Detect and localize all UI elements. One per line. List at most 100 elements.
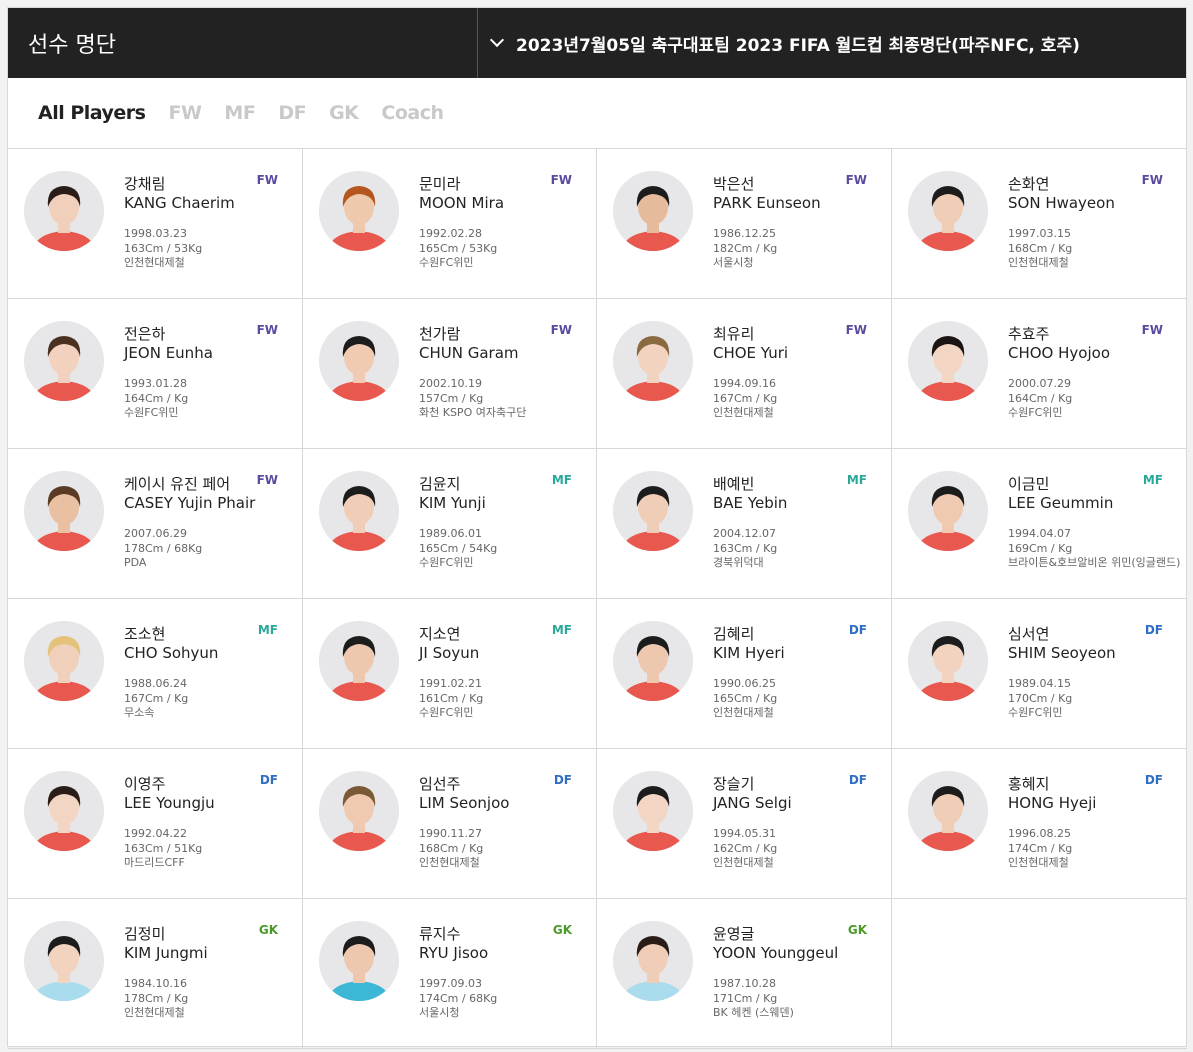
position-badge: GK — [552, 923, 572, 937]
position-badge: FW — [845, 173, 867, 187]
player-card[interactable]: 이금민 LEE Geummin 1994.04.07 169Cm / Kg 브라이튼&호… — [892, 449, 1187, 599]
position-badge: MF — [551, 473, 572, 487]
player-card[interactable]: 임선주 LIM Seonjoo 1990.11.27 168Cm / Kg 인천현대제철… — [303, 749, 597, 899]
player-birthdate: 1998.03.23 — [124, 227, 187, 240]
position-badge: FW — [845, 323, 867, 337]
player-club: BK 헤켄 (스웨덴) — [713, 1006, 794, 1019]
player-card[interactable]: 지소연 JI Soyun 1991.02.21 161Cm / Kg 수원FC위민 MF — [303, 599, 597, 749]
player-meta: 1989.04.15 170Cm / Kg 수원FC위민 — [1008, 677, 1181, 721]
roster-select-dropdown[interactable]: 2023년7월05일 축구대표팀 2023 FIFA 월드컵 최종명단(파주NF… — [478, 8, 1186, 78]
player-birthdate: 1984.10.16 — [124, 977, 187, 990]
player-card[interactable]: 이영주 LEE Youngju 1992.04.22 163Cm / 51Kg 마드리드… — [8, 749, 303, 899]
tab-df[interactable]: DF — [278, 102, 306, 124]
player-meta: 1994.05.31 162Cm / Kg 인천현대제철 — [713, 827, 885, 871]
player-english-name: JEON Eunha — [124, 344, 213, 362]
player-info: 전은하 JEON Eunha 1993.01.28 164Cm / Kg 수원FC위민 — [124, 325, 296, 421]
tab-fw[interactable]: FW — [168, 102, 201, 124]
player-english-name: KIM Yunji — [419, 494, 486, 512]
player-height-weight: 174Cm / 68Kg — [419, 991, 498, 1005]
player-photo — [613, 321, 693, 401]
position-tabs: All Players FW MF DF GK Coach — [8, 78, 1186, 149]
player-info: 문미라 MOON Mira 1992.02.28 165Cm / 53Kg 수원FC위민 — [419, 175, 590, 271]
roster-panel: 선수 명단 2023년7월05일 축구대표팀 2023 FIFA 월드컵 최종명… — [7, 7, 1187, 1049]
player-club: 무소속 — [124, 706, 155, 719]
player-card[interactable]: 배예빈 BAE Yebin 2004.12.07 163Cm / Kg 경북위덕대 MF — [597, 449, 892, 599]
player-height-weight: 165Cm / 53Kg — [419, 241, 498, 255]
player-info: 윤영글 YOON Younggeul 1987.10.28 171Cm / Kg BK … — [713, 925, 885, 1021]
player-club: 인천현대제철 — [713, 706, 774, 719]
player-birthdate: 1990.06.25 — [713, 677, 776, 690]
player-info: 장슬기 JANG Selgi 1994.05.31 162Cm / Kg 인천현대제철 — [713, 775, 885, 871]
player-card[interactable]: 문미라 MOON Mira 1992.02.28 165Cm / 53Kg 수원FC위민… — [303, 149, 597, 299]
player-photo — [319, 321, 399, 401]
player-info: 조소현 CHO Sohyun 1988.06.24 167Cm / Kg 무소속 — [124, 625, 296, 721]
player-card[interactable]: 박은선 PARK Eunseon 1986.12.25 182Cm / Kg 서울시청 F… — [597, 149, 892, 299]
player-height-weight: 164Cm / Kg — [1008, 391, 1073, 405]
player-info: 김정미 KIM Jungmi 1984.10.16 178Cm / Kg 인천현대제철 — [124, 925, 296, 1021]
player-card[interactable]: 홍혜지 HONG Hyeji 1996.08.25 174Cm / Kg 인천현대제철 D… — [892, 749, 1187, 899]
player-info: 천가람 CHUN Garam 2002.10.19 157Cm / Kg 화천 KSPO… — [419, 325, 590, 421]
player-club: 수원FC위민 — [1008, 406, 1063, 419]
player-height-weight: 163Cm / 51Kg — [124, 841, 203, 855]
player-card[interactable]: 최유리 CHOE Yuri 1994.09.16 167Cm / Kg 인천현대제철 FW — [597, 299, 892, 449]
player-card[interactable]: 김혜리 KIM Hyeri 1990.06.25 165Cm / Kg 인천현대제철 DF — [597, 599, 892, 749]
player-card[interactable]: 윤영글 YOON Younggeul 1987.10.28 171Cm / Kg BK … — [597, 899, 892, 1049]
player-club: 인천현대제철 — [124, 1006, 185, 1019]
player-card[interactable]: 손화연 SON Hwayeon 1997.03.15 168Cm / Kg 인천현대제철… — [892, 149, 1187, 299]
player-photo — [24, 321, 104, 401]
player-card[interactable]: 장슬기 JANG Selgi 1994.05.31 162Cm / Kg 인천현대제철 D… — [597, 749, 892, 899]
player-card[interactable]: 조소현 CHO Sohyun 1988.06.24 167Cm / Kg 무소속 MF — [8, 599, 303, 749]
position-badge: FW — [256, 473, 278, 487]
player-club: 브라이튼&호브알비온 위민(잉글랜드) — [1008, 556, 1181, 569]
player-card[interactable]: 심서연 SHIM Seoyeon 1989.04.15 170Cm / Kg 수원FC위… — [892, 599, 1187, 749]
player-meta: 1988.06.24 167Cm / Kg 무소속 — [124, 677, 296, 721]
player-english-name: LIM Seonjoo — [419, 794, 510, 812]
position-badge: MF — [846, 473, 867, 487]
position-badge: MF — [551, 623, 572, 637]
player-photo — [613, 771, 693, 851]
player-card[interactable]: 류지수 RYU Jisoo 1997.09.03 174Cm / 68Kg 서울시청 GK — [303, 899, 597, 1049]
player-height-weight: 170Cm / Kg — [1008, 691, 1073, 705]
player-height-weight: 182Cm / Kg — [713, 241, 778, 255]
player-meta: 1993.01.28 164Cm / Kg 수원FC위민 — [124, 377, 296, 421]
player-meta: 2004.12.07 163Cm / Kg 경북위덕대 — [713, 527, 885, 571]
player-photo — [24, 471, 104, 551]
player-card[interactable]: 추효주 CHOO Hyojoo 2000.07.29 164Cm / Kg 수원FC위민… — [892, 299, 1187, 449]
player-english-name: CHO Sohyun — [124, 644, 219, 662]
player-birthdate: 1987.10.28 — [713, 977, 776, 990]
player-english-name: KIM Jungmi — [124, 944, 208, 962]
tab-mf[interactable]: MF — [224, 102, 255, 124]
tab-gk[interactable]: GK — [329, 102, 359, 124]
player-birthdate: 1989.06.01 — [419, 527, 482, 540]
player-english-name: KANG Chaerim — [124, 194, 235, 212]
player-card[interactable]: 케이시 유진 페어 CASEY Yujin Phair 2007.06.29 178C… — [8, 449, 303, 599]
player-info: 최유리 CHOE Yuri 1994.09.16 167Cm / Kg 인천현대제철 — [713, 325, 885, 421]
player-meta: 1994.09.16 167Cm / Kg 인천현대제철 — [713, 377, 885, 421]
player-info: 홍혜지 HONG Hyeji 1996.08.25 174Cm / Kg 인천현대제철 — [1008, 775, 1181, 871]
player-info: 박은선 PARK Eunseon 1986.12.25 182Cm / Kg 서울시청 — [713, 175, 885, 271]
player-photo — [319, 771, 399, 851]
player-height-weight: 164Cm / Kg — [124, 391, 189, 405]
player-info: 손화연 SON Hwayeon 1997.03.15 168Cm / Kg 인천현대제철 — [1008, 175, 1181, 271]
player-birthdate: 1990.11.27 — [419, 827, 482, 840]
player-info: 지소연 JI Soyun 1991.02.21 161Cm / Kg 수원FC위민 — [419, 625, 590, 721]
tab-all-players[interactable]: All Players — [38, 102, 146, 124]
player-club: 수원FC위민 — [419, 256, 474, 269]
tab-coach[interactable]: Coach — [381, 102, 444, 124]
player-english-name: YOON Younggeul — [713, 944, 839, 962]
player-birthdate: 1997.09.03 — [419, 977, 482, 990]
player-card[interactable]: 김정미 KIM Jungmi 1984.10.16 178Cm / Kg 인천현대제철 G… — [8, 899, 303, 1049]
player-card[interactable]: 강채림 KANG Chaerim 1998.03.23 163Cm / 53Kg 인천현… — [8, 149, 303, 299]
position-badge: MF — [1142, 473, 1163, 487]
player-photo — [24, 621, 104, 701]
position-badge: FW — [256, 323, 278, 337]
player-height-weight: 178Cm / Kg — [124, 991, 189, 1005]
player-card[interactable]: 천가람 CHUN Garam 2002.10.19 157Cm / Kg 화천 KSPO… — [303, 299, 597, 449]
player-meta: 1997.03.15 168Cm / Kg 인천현대제철 — [1008, 227, 1181, 271]
position-badge: DF — [1144, 623, 1163, 637]
player-card[interactable]: 전은하 JEON Eunha 1993.01.28 164Cm / Kg 수원FC위민 F… — [8, 299, 303, 449]
player-height-weight: 178Cm / 68Kg — [124, 541, 203, 555]
position-badge: FW — [1141, 323, 1163, 337]
player-card[interactable]: 김윤지 KIM Yunji 1989.06.01 165Cm / 54Kg 수원FC위민… — [303, 449, 597, 599]
position-badge: FW — [550, 173, 572, 187]
